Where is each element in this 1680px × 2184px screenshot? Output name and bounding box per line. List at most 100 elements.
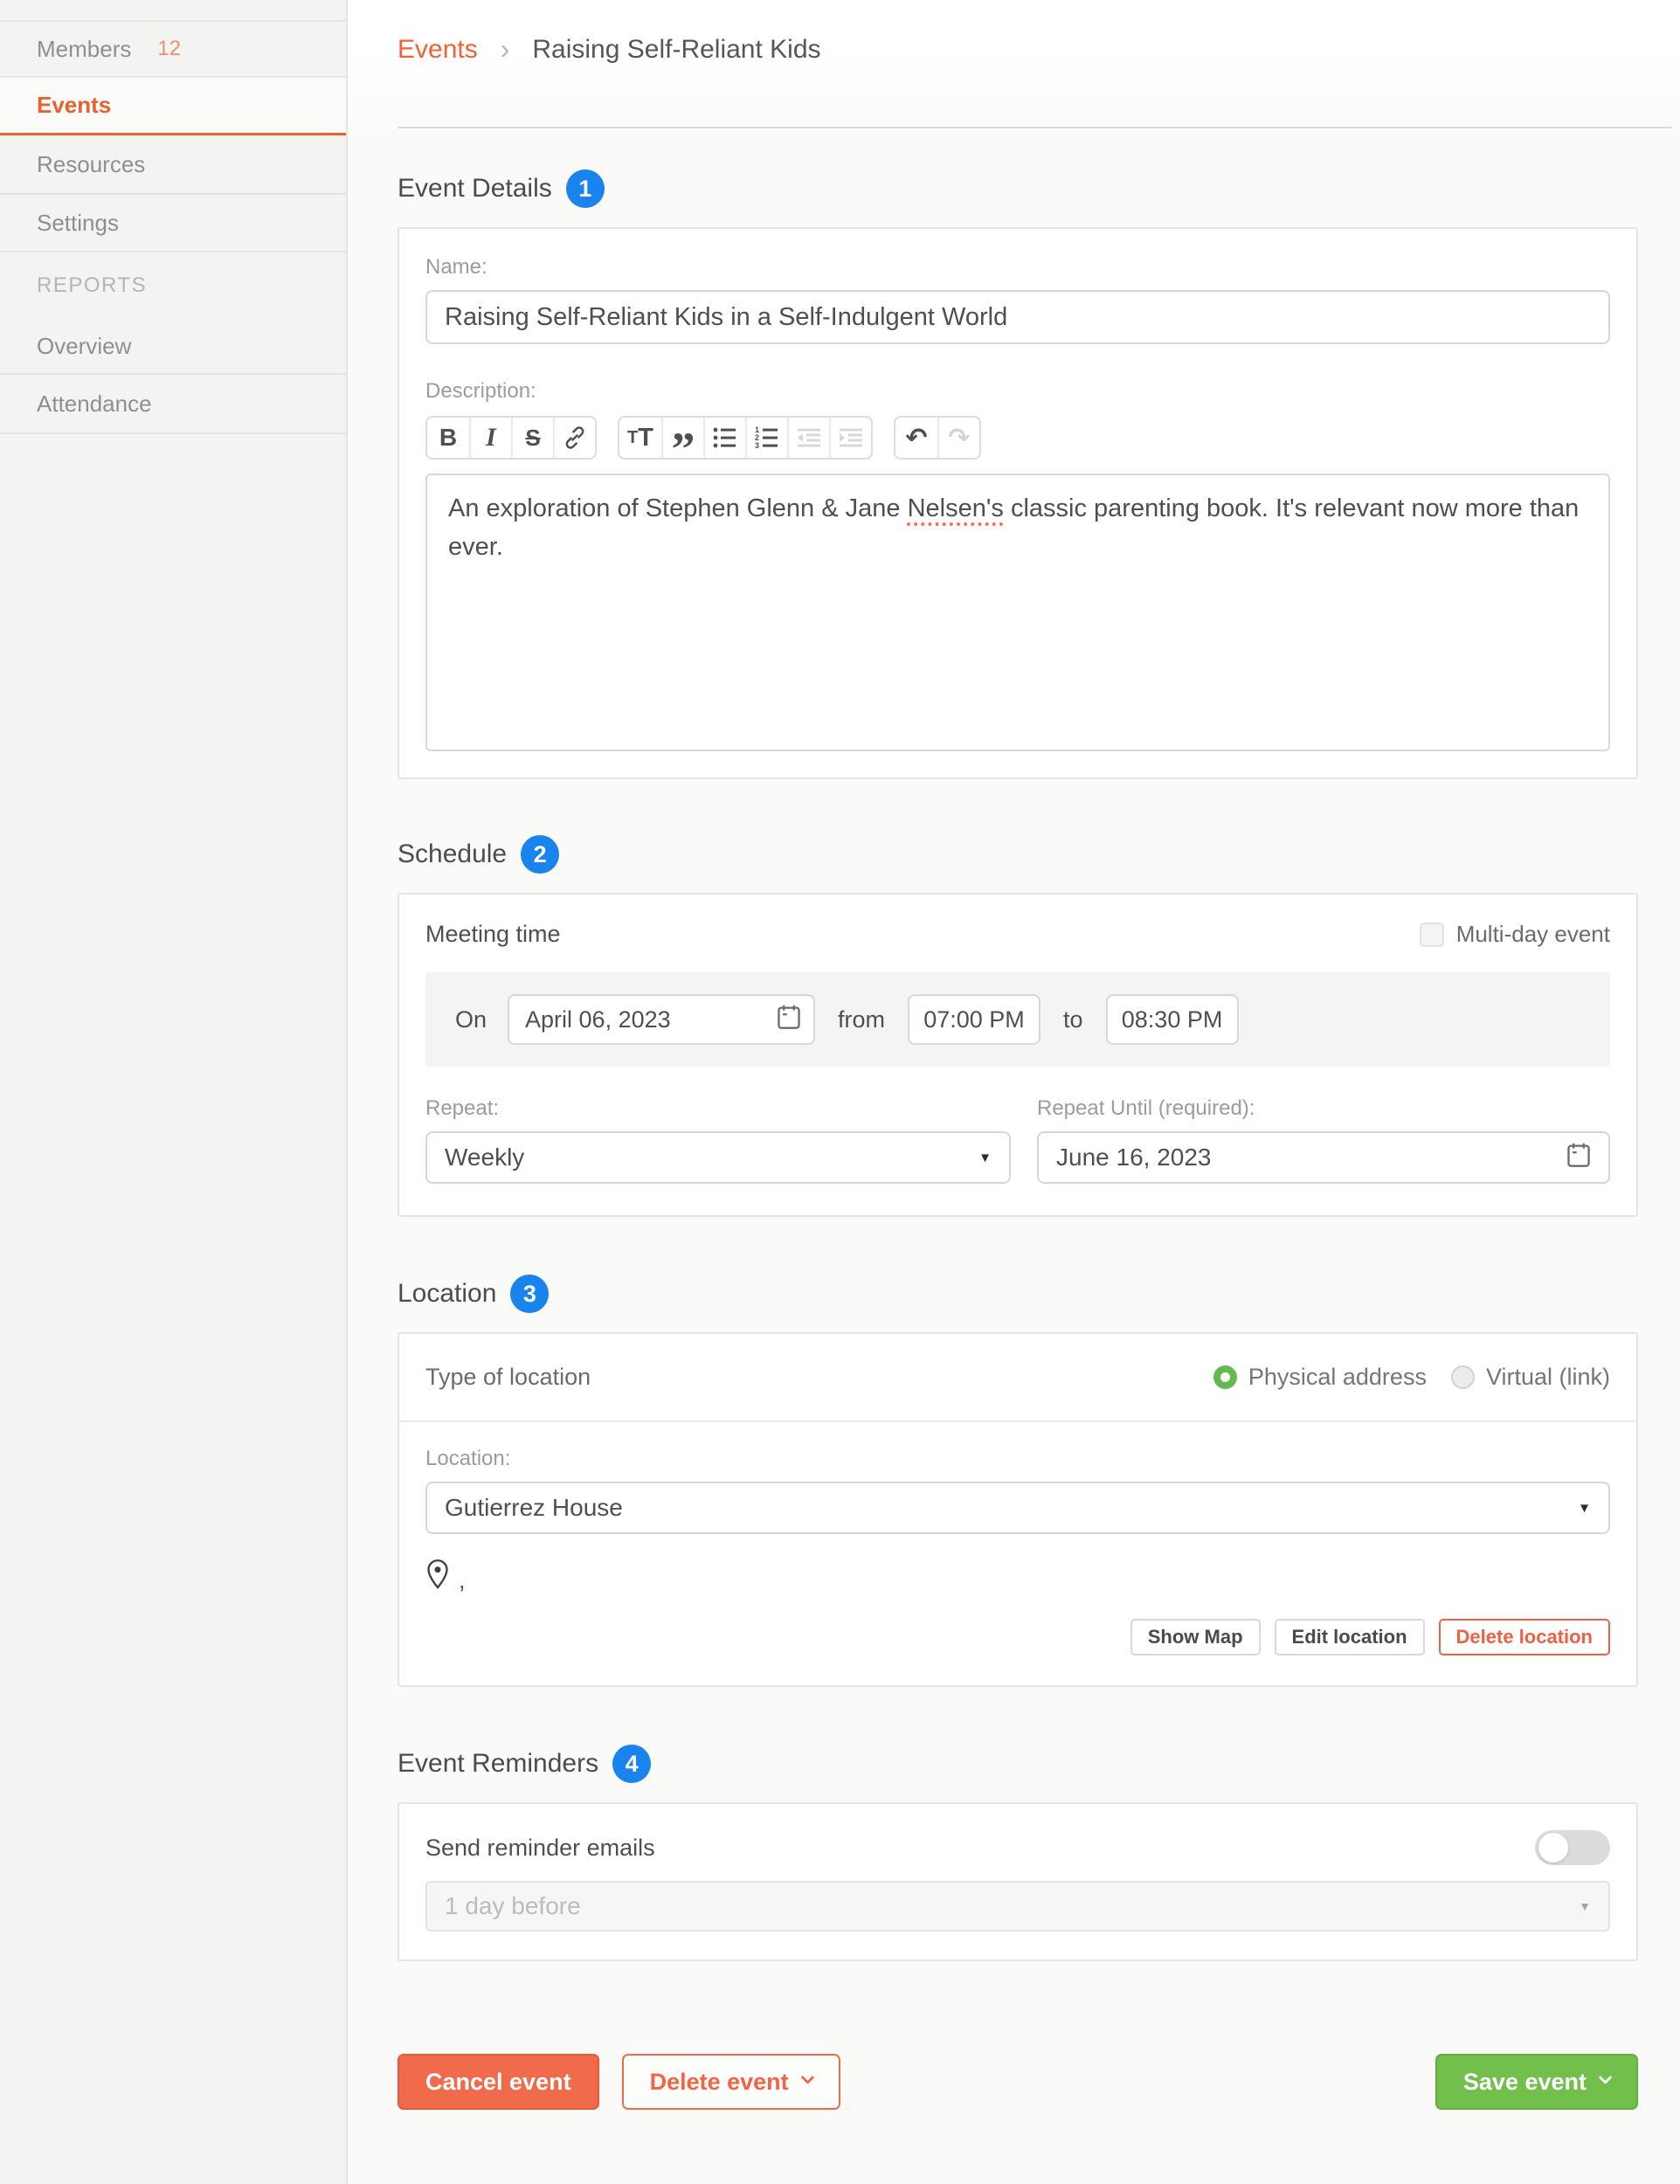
section-event-details-header: Event Details 1 (398, 169, 1638, 208)
repeat-select[interactable]: Weekly ▼ (425, 1131, 1011, 1184)
location-label: Location: (425, 1447, 1610, 1471)
edit-location-button[interactable]: Edit location (1275, 1619, 1425, 1655)
repeat-until-date-input[interactable]: June 16, 2023 (1037, 1131, 1610, 1184)
page-title: Event Details (398, 174, 552, 204)
members-count-badge: 12 (157, 37, 181, 61)
step-badge-4: 4 (612, 1745, 651, 1783)
blockquote-icon[interactable]: ” (661, 418, 703, 458)
sidebar: Members 12 Events Resources Settings REP… (0, 0, 348, 2184)
location-select[interactable]: Gutierrez House ▼ (425, 1482, 1610, 1534)
repeat-until-label: Repeat Until (required): (1037, 1096, 1610, 1121)
sidebar-item-label: Members (37, 36, 131, 63)
step-badge-3: 3 (510, 1275, 549, 1313)
physical-address-radio[interactable] (1213, 1365, 1237, 1389)
description-label: Description: (425, 379, 1610, 404)
virtual-link-label: Virtual (link) (1486, 1364, 1610, 1391)
section-schedule-header: Schedule 2 (398, 835, 1638, 874)
indent-icon[interactable] (829, 418, 871, 458)
event-date-input[interactable]: April 06, 2023 (508, 994, 815, 1045)
content: Event Details 1 Name: Raising Self-Relia… (398, 169, 1638, 2110)
outdent-icon[interactable] (787, 418, 829, 458)
calendar-icon (777, 1004, 801, 1036)
link-icon[interactable] (553, 418, 595, 458)
event-name-input[interactable]: Raising Self-Reliant Kids in a Self-Indu… (425, 290, 1610, 344)
page-header: Events › Raising Self-Reliant Kids (348, 0, 1680, 128)
sidebar-item-label: Events (37, 92, 111, 119)
send-reminders-label: Send reminder emails (425, 1835, 655, 1862)
sidebar-item-label: Resources (37, 151, 145, 178)
breadcrumb-current: Raising Self-Reliant Kids (532, 35, 820, 65)
delete-location-button[interactable]: Delete location (1439, 1619, 1610, 1655)
reminders-card: Send reminder emails 1 day before ▼ (398, 1802, 1638, 1961)
address-text: , (459, 1567, 466, 1594)
sidebar-item-partial[interactable] (0, 0, 346, 22)
select-arrow-icon: ▼ (1579, 1899, 1591, 1913)
section-reminders-header: Event Reminders 4 (398, 1745, 1638, 1783)
start-time-input[interactable]: 07:00 PM (908, 994, 1040, 1045)
cancel-event-button[interactable]: Cancel event (398, 2054, 599, 2110)
bold-icon[interactable]: B (427, 418, 469, 458)
toolbar-format-group: B I S (425, 416, 597, 460)
location-type-radio-group: Physical address Virtual (link) (1213, 1364, 1610, 1391)
calendar-icon (1566, 1142, 1591, 1174)
location-card: Type of location Physical address Virtua… (398, 1332, 1638, 1687)
multiday-label: Multi-day event (1456, 921, 1610, 948)
section-location-header: Location 3 (398, 1275, 1638, 1313)
ordered-list-icon[interactable]: 1 2 3 (745, 418, 787, 458)
send-reminders-toggle[interactable] (1535, 1830, 1610, 1865)
sidebar-item-events[interactable]: Events (0, 78, 346, 135)
meeting-time-label: Meeting time (425, 921, 561, 948)
sidebar-item-label: Settings (37, 210, 119, 237)
toolbar-history-group: ↶ ↷ (894, 416, 981, 460)
sidebar-item-attendance[interactable]: Attendance (0, 375, 346, 434)
address-row: , (425, 1559, 1610, 1594)
virtual-link-radio[interactable] (1451, 1365, 1475, 1389)
footer-actions: Cancel event Delete event Save event (398, 2054, 1638, 2110)
unordered-list-icon[interactable] (703, 418, 745, 458)
main-area: Events › Raising Self-Reliant Kids Event… (348, 0, 1680, 2184)
multiday-checkbox[interactable] (1420, 923, 1444, 947)
undo-icon[interactable]: ↶ (895, 418, 937, 458)
toolbar-paragraph-group: TT ” 1 2 (618, 416, 873, 460)
event-details-card: Name: Raising Self-Reliant Kids in a Sel… (398, 227, 1638, 779)
sidebar-reports-header: REPORTS (0, 252, 346, 319)
sidebar-item-overview[interactable]: Overview (0, 319, 346, 375)
map-pin-icon (425, 1559, 450, 1594)
from-label: from (838, 1006, 885, 1033)
font-size-icon[interactable]: TT (619, 418, 661, 458)
show-map-button[interactable]: Show Map (1130, 1619, 1261, 1655)
select-arrow-icon: ▼ (978, 1151, 992, 1165)
richtext-toolbar: B I S TT (425, 416, 1610, 460)
on-label: On (455, 1006, 487, 1033)
step-badge-2: 2 (521, 835, 559, 874)
sidebar-item-label: Overview (37, 333, 131, 360)
multiday-checkbox-row: Multi-day event (1420, 921, 1610, 948)
description-editor[interactable]: An exploration of Stephen Glenn & Jane N… (425, 473, 1610, 751)
meeting-time-strip: On April 06, 2023 from (425, 972, 1610, 1067)
sidebar-item-settings[interactable]: Settings (0, 195, 346, 252)
italic-icon[interactable]: I (469, 418, 511, 458)
step-badge-1: 1 (566, 169, 605, 208)
redo-icon[interactable]: ↷ (937, 418, 979, 458)
save-event-button[interactable]: Save event (1435, 2054, 1638, 2110)
to-label: to (1063, 1006, 1083, 1033)
schedule-card: Meeting time Multi-day event On April 06… (398, 893, 1638, 1217)
breadcrumb-events-link[interactable]: Events (398, 35, 478, 65)
delete-event-button[interactable]: Delete event (622, 2054, 840, 2110)
breadcrumb: Events › Raising Self-Reliant Kids (348, 0, 1680, 66)
repeat-label: Repeat: (425, 1096, 1011, 1121)
end-time-input[interactable]: 08:30 PM (1106, 994, 1239, 1045)
strikethrough-icon[interactable]: S (511, 418, 553, 458)
misspelled-word: Nelsen's (908, 494, 1004, 522)
chevron-down-icon (1599, 2070, 1613, 2084)
sidebar-item-resources[interactable]: Resources (0, 135, 346, 195)
reminder-time-select[interactable]: 1 day before ▼ (425, 1881, 1610, 1932)
type-of-location-label: Type of location (425, 1364, 591, 1391)
chevron-down-icon (800, 2070, 814, 2084)
chevron-right-icon: › (501, 33, 510, 66)
name-label: Name: (425, 255, 1610, 280)
sidebar-item-members[interactable]: Members 12 (0, 22, 346, 78)
physical-address-label: Physical address (1248, 1364, 1427, 1391)
svg-text:3: 3 (755, 441, 759, 450)
sidebar-item-label: Attendance (37, 390, 152, 418)
